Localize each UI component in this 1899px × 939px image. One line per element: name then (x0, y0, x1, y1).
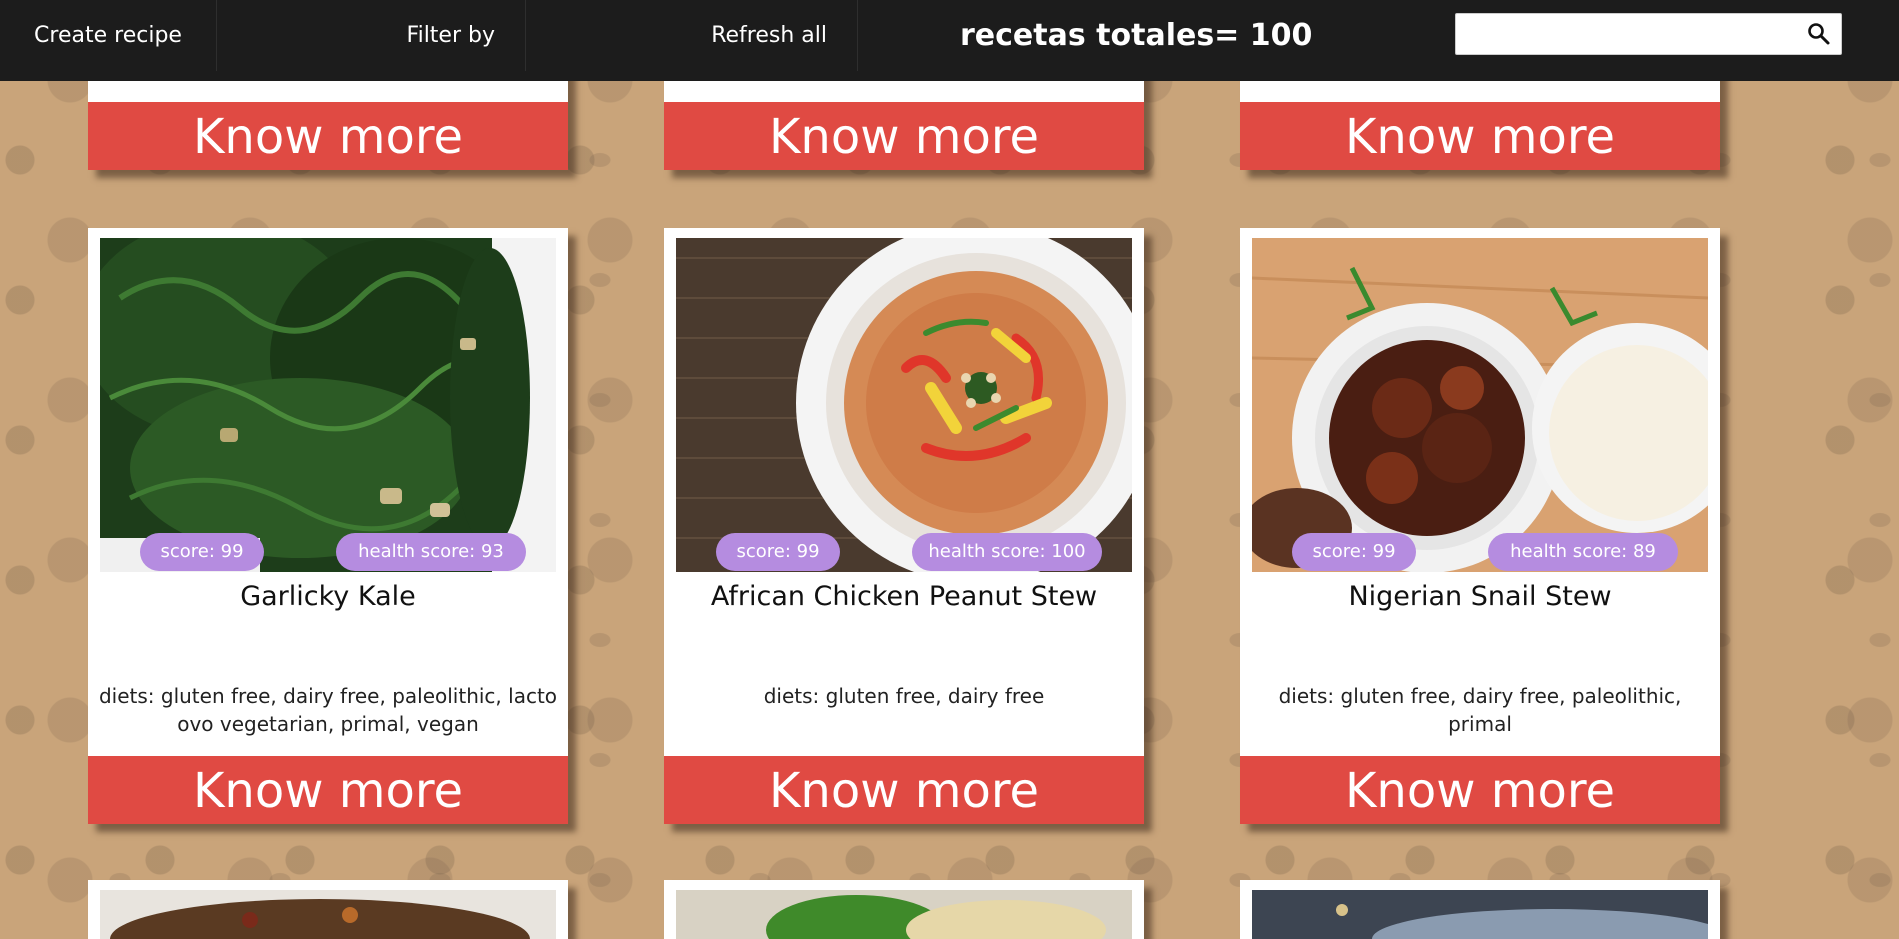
score-badge: score: 99 (140, 533, 264, 571)
refresh-all-button[interactable]: Refresh all (525, 0, 858, 71)
recipe-diets: diets: gluten free, dairy free, paleolit… (1278, 684, 1682, 736)
recipe-title: Nigerian Snail Stew (1348, 581, 1612, 612)
know-more-button[interactable]: Know more (88, 102, 568, 170)
top-nav: Create recipe Filter by Refresh all rece… (0, 0, 1899, 81)
filter-by-label: Filter by (406, 23, 495, 48)
recipe-diets: diets: gluten free, dairy free (763, 684, 1045, 708)
search-box (1455, 13, 1842, 55)
recipe-image: score: 99 health score: 89 (1252, 238, 1708, 572)
recipe-card: score: 99 health score: 93 Garlicky Kale… (88, 228, 568, 824)
score-badge: score: 99 (1292, 533, 1416, 571)
total-recipes-count: recetas totales= 100 (960, 18, 1313, 53)
recipe-image: score: 99 health score: 93 (100, 238, 556, 572)
health-score-badge: health score: 100 (912, 533, 1102, 571)
know-more-button[interactable]: Know more (1240, 756, 1720, 824)
score-badge: score: 99 (716, 533, 840, 571)
recipe-card: score: 99 health score: 89 Nigerian Snai… (1240, 228, 1720, 824)
know-more-button[interactable]: Know more (664, 102, 1144, 170)
search-icon (1808, 23, 1830, 45)
create-recipe-link[interactable]: Create recipe (0, 0, 217, 71)
recipe-card: score: 99 health score: 100 African Chic… (664, 228, 1144, 824)
recipe-card-partial (664, 880, 1144, 939)
search-input[interactable] (1456, 14, 1796, 54)
recipe-card-partial (88, 880, 568, 939)
recipe-image (1252, 890, 1708, 939)
filter-by-menu[interactable]: Filter by (216, 0, 526, 71)
create-recipe-label: Create recipe (34, 23, 182, 48)
know-more-button[interactable]: Know more (1240, 102, 1720, 170)
search-button[interactable] (1805, 20, 1833, 48)
refresh-all-label: Refresh all (711, 23, 827, 48)
recipe-diets: diets: gluten free, dairy free, paleolit… (98, 684, 558, 736)
know-more-button[interactable]: Know more (664, 756, 1144, 824)
recipe-title: Garlicky Kale (240, 581, 416, 612)
health-score-badge: health score: 93 (336, 533, 526, 571)
recipe-card-partial (1240, 880, 1720, 939)
health-score-badge: health score: 89 (1488, 533, 1678, 571)
recipe-title: African Chicken Peanut Stew (710, 581, 1098, 612)
know-more-button[interactable]: Know more (88, 756, 568, 824)
recipe-image (676, 890, 1132, 939)
recipe-image: score: 99 health score: 100 (676, 238, 1132, 572)
recipe-image (100, 890, 556, 939)
